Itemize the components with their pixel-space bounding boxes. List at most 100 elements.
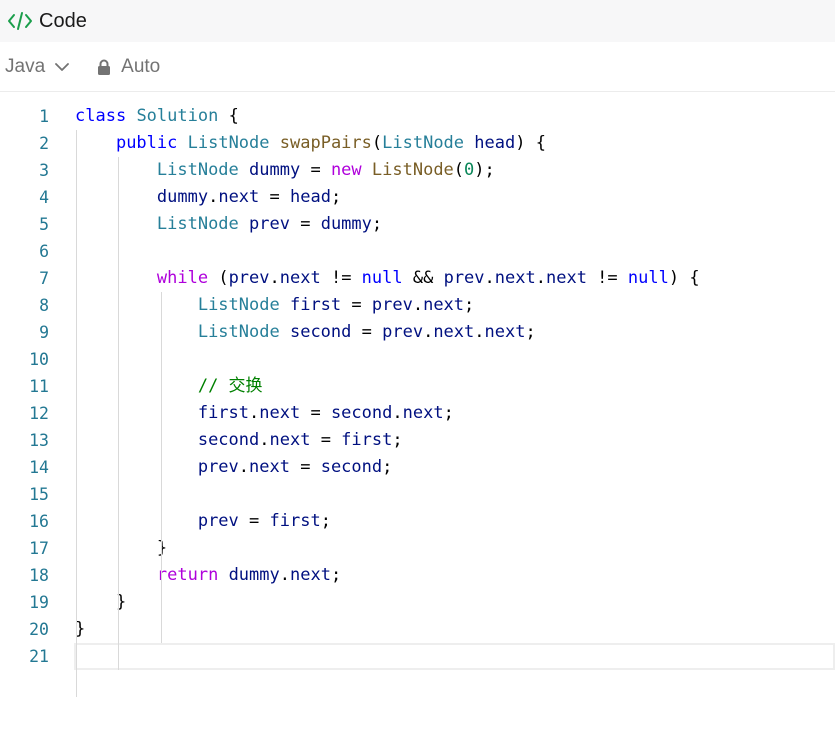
- code-token: // 交换: [197, 376, 263, 396]
- line-number: 18: [29, 566, 49, 585]
- line-number: 20: [29, 620, 49, 639]
- line-number: 15: [29, 485, 49, 504]
- code-token: null: [361, 268, 403, 288]
- code-text: return dummy.next;: [75, 562, 341, 589]
- code-token: class: [75, 106, 127, 126]
- code-token: ;: [330, 565, 342, 585]
- code-line[interactable]: 8 ListNode first = prev.next;: [0, 292, 835, 319]
- line-number: 7: [39, 269, 49, 288]
- code-token: second: [197, 430, 260, 450]
- code-token: .: [474, 322, 485, 342]
- code-token: =: [259, 187, 290, 207]
- code-token: second: [330, 403, 393, 423]
- code-token: first: [341, 430, 393, 450]
- editor-toolbar: Java Auto: [0, 43, 835, 92]
- code-token: next: [433, 322, 475, 342]
- code-text: ListNode second = prev.next.next;: [75, 319, 536, 346]
- code-token: .: [279, 565, 290, 585]
- code-line[interactable]: 21: [0, 643, 835, 670]
- code-line[interactable]: 9 ListNode second = prev.next.next;: [0, 319, 835, 346]
- code-token: ;: [525, 322, 536, 342]
- code-text: ListNode prev = dummy;: [75, 211, 382, 238]
- auto-mode-toggle[interactable]: Auto: [121, 56, 160, 78]
- code-panel-header: Code: [0, 0, 835, 42]
- code-token: second: [320, 457, 383, 477]
- code-line[interactable]: 10: [0, 346, 835, 373]
- code-line[interactable]: 13 second.next = first;: [0, 427, 835, 454]
- code-token: ;: [382, 457, 393, 477]
- code-text: // 交换: [75, 373, 263, 400]
- code-line[interactable]: 16 prev = first;: [0, 508, 835, 535]
- code-token: =: [238, 511, 270, 531]
- code-token: while: [156, 268, 209, 288]
- code-line[interactable]: 1 class Solution {: [0, 103, 835, 130]
- line-number: 1: [39, 107, 49, 126]
- language-selector[interactable]: Java: [5, 56, 70, 78]
- code-text: dummy.next = head;: [75, 184, 341, 211]
- code-text: while (prev.next != null && prev.next.ne…: [75, 265, 700, 292]
- code-token: next: [269, 430, 311, 450]
- code-token: next: [484, 322, 526, 342]
- indent-guide: [118, 157, 119, 670]
- code-text: first.next = second.next;: [75, 400, 454, 427]
- code-token: Solution: [136, 106, 219, 126]
- code-token: 0: [464, 160, 475, 180]
- code-token: .: [423, 322, 434, 342]
- code-token: ListNode: [197, 295, 280, 315]
- code-line[interactable]: 15: [0, 481, 835, 508]
- code-line[interactable]: 17 }: [0, 535, 835, 562]
- code-text: prev = first;: [75, 508, 331, 535]
- code-line[interactable]: 11 // 交换: [0, 373, 835, 400]
- code-token: .: [392, 403, 403, 423]
- code-token: ) {: [515, 133, 546, 153]
- code-token: ListNode: [197, 322, 280, 342]
- code-token: (: [208, 268, 229, 288]
- code-token: ;: [392, 430, 403, 450]
- code-line[interactable]: 12 first.next = second.next;: [0, 400, 835, 427]
- code-line[interactable]: 6: [0, 238, 835, 265]
- code-token: prev: [249, 214, 290, 234]
- line-number: 16: [29, 512, 49, 531]
- code-token: .: [269, 268, 280, 288]
- code-line[interactable]: 7 while (prev.next != null && prev.next.…: [0, 265, 835, 292]
- code-token: {: [218, 106, 239, 126]
- code-token: first: [289, 295, 342, 315]
- code-line[interactable]: 18 return dummy.next;: [0, 562, 835, 589]
- code-text: second.next = first;: [75, 427, 403, 454]
- code-token: ;: [443, 403, 454, 423]
- code-line[interactable]: 4 dummy.next = head;: [0, 184, 835, 211]
- code-editor[interactable]: 1 class Solution {2 public ListNode swapP…: [0, 103, 835, 697]
- code-token: &&: [402, 268, 444, 288]
- code-token: ListNode: [156, 214, 239, 234]
- code-text: }: [75, 535, 167, 562]
- line-number: 8: [39, 296, 49, 315]
- code-line[interactable]: 14 prev.next = second;: [0, 454, 835, 481]
- code-token: head: [474, 133, 516, 153]
- code-token: .: [208, 187, 219, 207]
- code-token: ListNode: [187, 133, 270, 153]
- indent-guide: [76, 130, 77, 697]
- code-line[interactable]: 3 ListNode dummy = new ListNode(0);: [0, 157, 835, 184]
- code-token: next: [259, 403, 301, 423]
- code-text: ListNode dummy = new ListNode(0);: [75, 157, 495, 184]
- code-line[interactable]: 19 }: [0, 589, 835, 616]
- code-line[interactable]: 20}: [0, 616, 835, 643]
- code-token: next: [545, 268, 587, 288]
- line-number: 3: [39, 161, 49, 180]
- code-token: (: [453, 160, 465, 180]
- code-line[interactable]: 2 public ListNode swapPairs(ListNode hea…: [0, 130, 835, 157]
- code-token: ) {: [668, 268, 700, 288]
- code-line[interactable]: 5 ListNode prev = dummy;: [0, 211, 835, 238]
